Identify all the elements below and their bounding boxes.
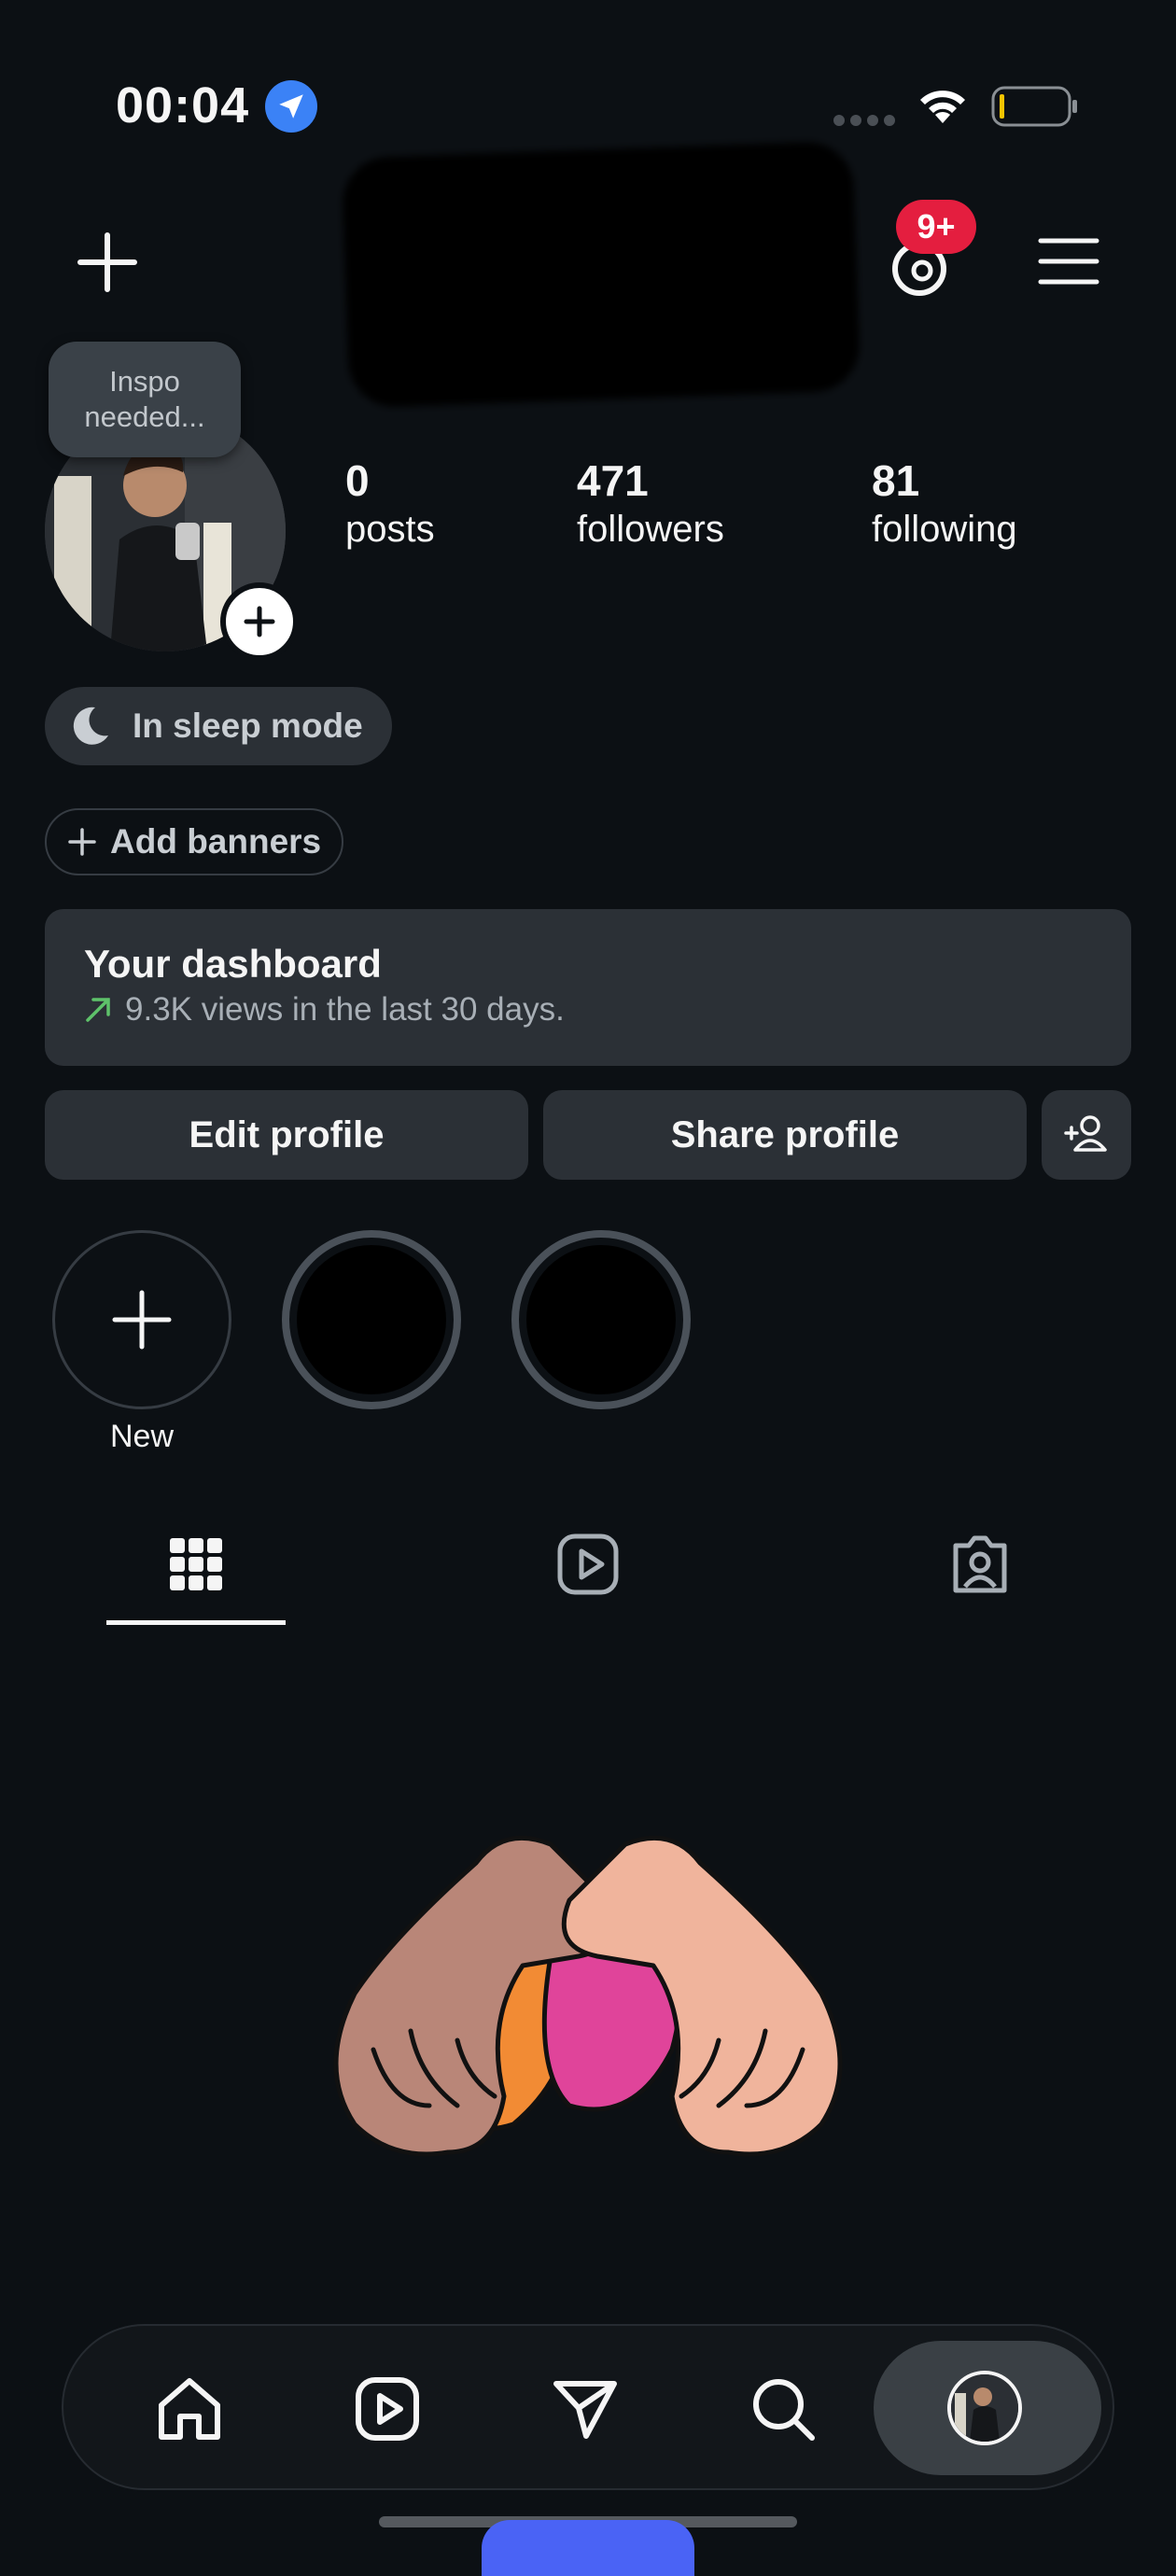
notification-badge: 9+	[896, 200, 976, 254]
sleep-mode-label: In sleep mode	[133, 707, 363, 745]
nav-home[interactable]	[147, 2367, 231, 2451]
plus-icon	[68, 828, 96, 856]
stat-followers[interactable]: 471 followers	[577, 455, 724, 553]
moon-icon	[73, 707, 108, 745]
new-highlight-button[interactable]	[52, 1230, 231, 1409]
dashboard-subtitle: 9.3K views in the last 30 days.	[125, 991, 565, 1028]
sleep-mode-pill[interactable]: In sleep mode	[45, 687, 392, 765]
reels-icon	[356, 2377, 419, 2441]
create-post-button[interactable]	[75, 230, 140, 295]
dashboard-title: Your dashboard	[84, 942, 382, 986]
note-line-2: needed...	[84, 400, 205, 433]
stat-following-value: 81	[872, 456, 920, 505]
bottom-overlay-pill	[482, 2520, 694, 2576]
add-story-button[interactable]	[220, 582, 299, 661]
highlight-item[interactable]	[282, 1230, 461, 1409]
home-icon	[159, 2378, 220, 2440]
edit-profile-button[interactable]: Edit profile	[45, 1090, 528, 1180]
tagged-icon	[953, 1535, 1007, 1593]
share-profile-button[interactable]: Share profile	[543, 1090, 1027, 1180]
stat-posts-label: posts	[345, 509, 435, 550]
search-icon	[753, 2379, 815, 2441]
stat-followers-value: 471	[577, 456, 649, 505]
add-banners-button[interactable]: Add banners	[45, 808, 343, 875]
note-line-1: Inspo	[109, 365, 180, 398]
stat-following[interactable]: 81 following	[872, 455, 1017, 553]
stat-posts-value: 0	[345, 456, 370, 505]
add-person-button[interactable]	[1042, 1090, 1131, 1180]
new-highlight-label: New	[109, 1419, 175, 1454]
tab-tagged[interactable]	[943, 1527, 1017, 1602]
wifi-icon	[920, 91, 965, 123]
add-person-icon	[1064, 1115, 1107, 1152]
status-time: 00:04	[116, 77, 250, 133]
dashboard-card[interactable]: Your dashboard 9.3K views in the last 30…	[45, 909, 1131, 1066]
battery-icon	[991, 86, 1077, 127]
active-tab-indicator	[106, 1620, 286, 1625]
cellular-signal-icon	[833, 115, 895, 126]
heart-hands-illustration	[333, 1835, 843, 2157]
menu-icon[interactable]	[1036, 233, 1101, 289]
plus-icon	[112, 1290, 172, 1350]
stat-followers-label: followers	[577, 509, 724, 550]
reels-icon	[557, 1533, 619, 1595]
location-icon	[265, 80, 317, 133]
nav-messages[interactable]	[543, 2367, 627, 2451]
highlight-item[interactable]	[511, 1230, 691, 1409]
tab-reels[interactable]	[551, 1527, 625, 1602]
nav-reels[interactable]	[345, 2367, 429, 2451]
trend-up-icon	[86, 998, 110, 1022]
messages-icon	[553, 2381, 617, 2439]
username-redacted	[341, 140, 861, 409]
add-banners-label: Add banners	[110, 822, 322, 861]
profile-note[interactable]: Inspo needed...	[49, 342, 241, 457]
tab-grid[interactable]	[159, 1527, 233, 1602]
stat-following-label: following	[872, 509, 1017, 550]
grid-icon	[170, 1538, 222, 1590]
stat-posts[interactable]: 0 posts	[345, 455, 435, 553]
nav-profile-avatar[interactable]	[947, 2371, 1022, 2445]
nav-search[interactable]	[741, 2367, 825, 2451]
